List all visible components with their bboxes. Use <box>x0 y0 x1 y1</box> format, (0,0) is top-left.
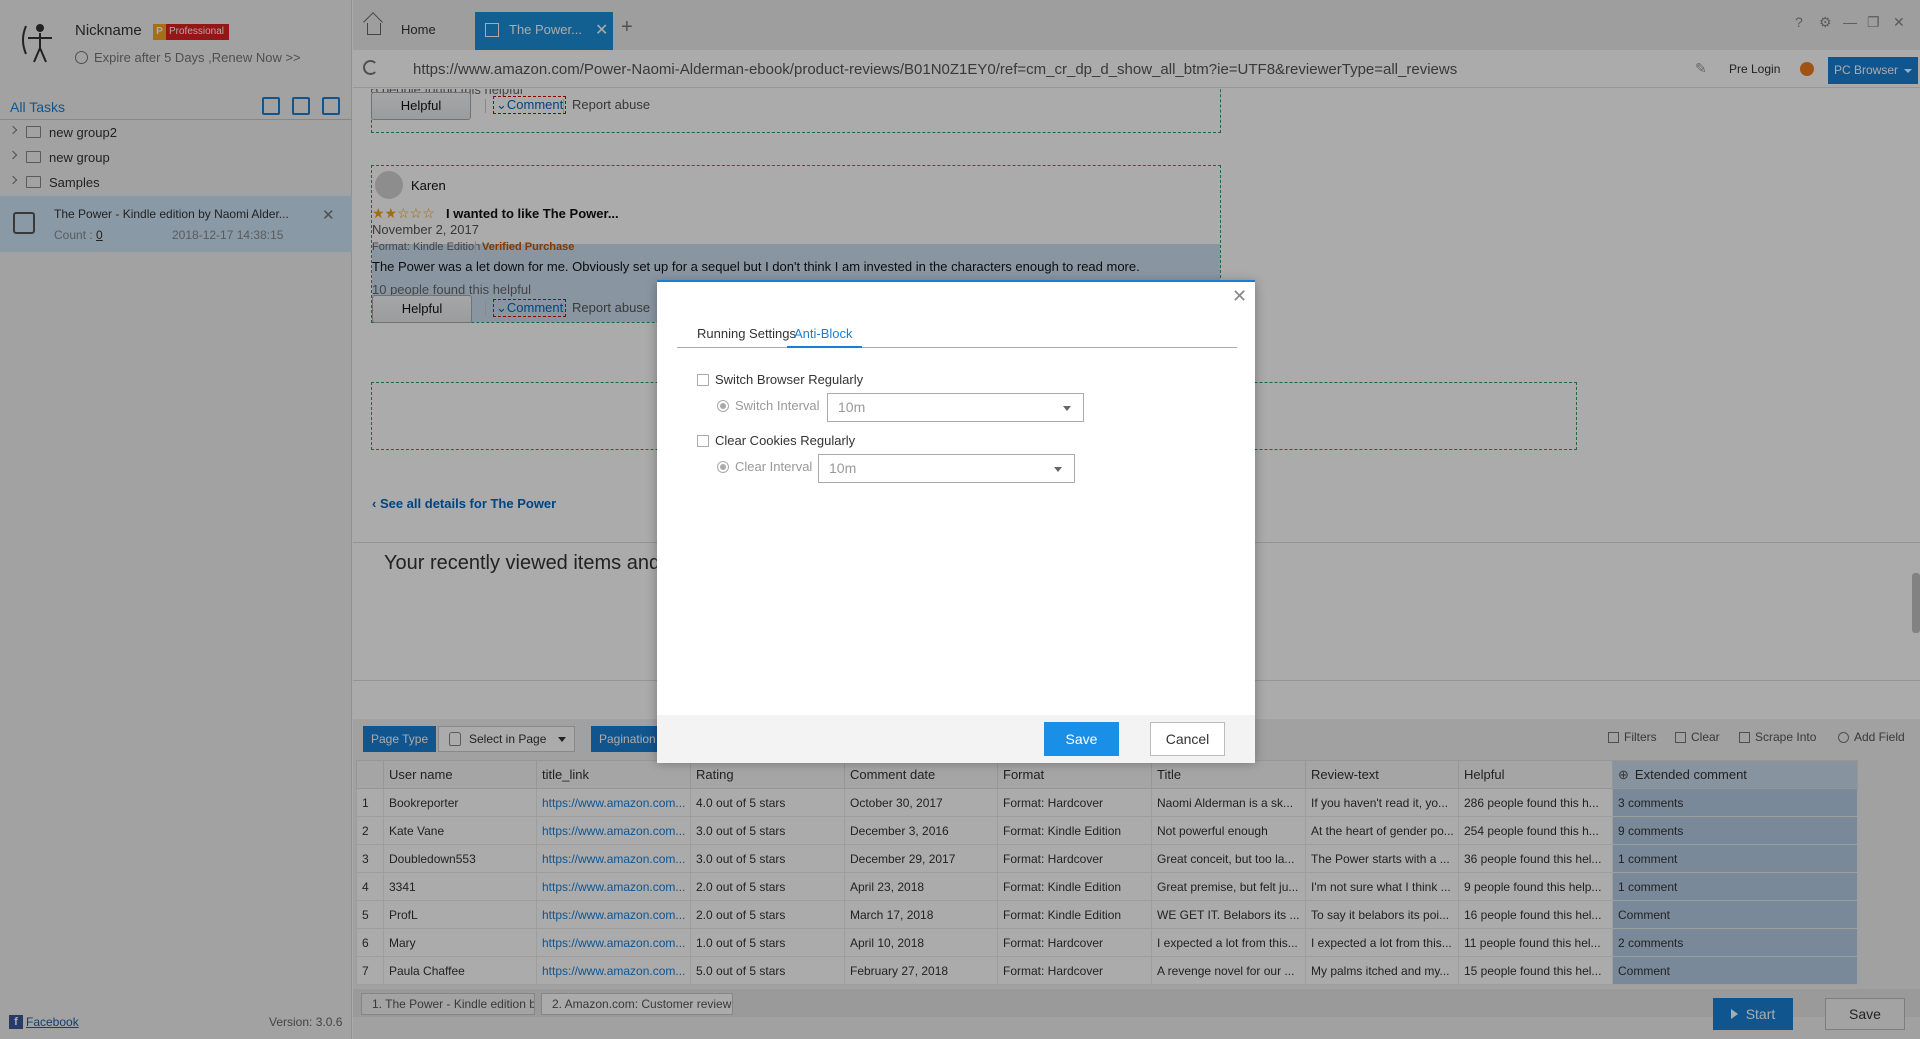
clear-cookies-option[interactable]: Clear Cookies Regularly <box>697 433 855 448</box>
switch-interval-select[interactable]: 10m <box>827 393 1084 422</box>
switch-interval-option: Switch Interval <box>717 398 820 413</box>
dialog-footer: Save Cancel <box>657 715 1255 763</box>
clear-interval-radio[interactable] <box>717 461 729 473</box>
cancel-button[interactable]: Cancel <box>1150 722 1225 756</box>
dialog-tabs: Running Settings Anti-Block <box>677 322 1237 348</box>
switch-browser-option[interactable]: Switch Browser Regularly <box>697 372 863 387</box>
clear-cookies-checkbox[interactable] <box>697 435 709 447</box>
clear-interval-select[interactable]: 10m <box>818 454 1075 483</box>
tab-running-settings[interactable]: Running Settings <box>697 326 796 341</box>
save-button[interactable]: Save <box>1044 722 1119 756</box>
caret-down-icon <box>1054 467 1062 472</box>
active-tab-indicator <box>787 346 862 348</box>
anti-block-dialog: ✕ Running Settings Anti-Block Switch Bro… <box>657 280 1255 763</box>
clear-interval-option: Clear Interval <box>717 459 812 474</box>
switch-interval-radio[interactable] <box>717 400 729 412</box>
tab-anti-block[interactable]: Anti-Block <box>794 326 853 341</box>
caret-down-icon <box>1063 406 1071 411</box>
switch-browser-checkbox[interactable] <box>697 374 709 386</box>
close-icon[interactable]: ✕ <box>1232 286 1247 307</box>
